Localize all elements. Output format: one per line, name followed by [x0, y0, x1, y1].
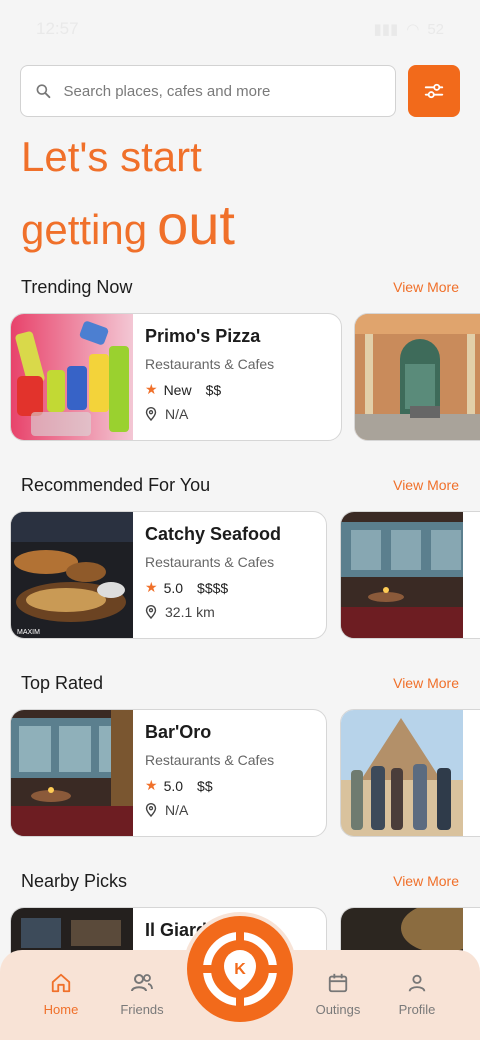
place-card[interactable]: Bar'Oro Restaurants & Cafes ★ 5.0 $$ N/A [10, 709, 327, 837]
nav-outings[interactable]: Outings [298, 972, 378, 1017]
nav-profile-label: Profile [398, 1002, 436, 1017]
search-icon [36, 84, 51, 99]
hero-heading: Let's start getting out [21, 132, 235, 257]
place-category: Restaurants & Cafes [145, 356, 275, 372]
home-icon [51, 973, 71, 993]
section-top-rated: Top Rated View More Bar'Oro Restaurants … [0, 670, 480, 837]
place-card-partial[interactable] [340, 709, 480, 837]
section-recommended: Recommended For You View More MAXIM Catc… [0, 472, 480, 639]
place-image [341, 512, 463, 638]
section-trending: Trending Now View More Primo's Pizza Res… [0, 274, 480, 441]
nav-home-label: Home [43, 1002, 79, 1017]
nav-home[interactable]: Home [21, 972, 101, 1017]
place-image: MAXIM [11, 512, 133, 638]
section-nearby: Nearby Picks View More Il Giardi [0, 868, 480, 1035]
view-more-link[interactable]: View More [393, 279, 459, 295]
star-icon: ★ [145, 381, 158, 397]
status-icons: ▮▮▮ ◠ 52 [373, 20, 444, 39]
friends-icon [131, 974, 153, 992]
section-title: Nearby Picks [21, 870, 128, 891]
battery-icon: 52 [427, 20, 444, 38]
place-card[interactable]: MAXIM Catchy Seafood Restaurants & Cafes… [10, 511, 327, 639]
place-price: $$ [205, 381, 222, 398]
place-category: Restaurants & Cafes [145, 554, 275, 570]
place-price: $$ [197, 777, 213, 794]
signal-icon: ▮▮▮ [373, 21, 399, 38]
section-title: Top Rated [21, 672, 104, 693]
place-rating: 5.0 [163, 777, 184, 794]
search-row [20, 65, 460, 117]
center-action-button[interactable]: K [187, 916, 293, 1022]
hero-getting: getting [21, 206, 148, 253]
star-icon: ★ [145, 579, 158, 595]
place-card[interactable]: Primo's Pizza Restaurants & Cafes ★ New $… [10, 313, 342, 441]
nav-friends-label: Friends [120, 1002, 164, 1017]
profile-icon [408, 974, 426, 992]
svg-text:MAXIM: MAXIM [17, 629, 40, 636]
nav-friends[interactable]: Friends [102, 972, 182, 1017]
place-location: N/A [165, 802, 189, 818]
view-more-link[interactable]: View More [393, 873, 459, 889]
filter-sliders-icon [424, 83, 444, 99]
view-more-link[interactable]: View More [393, 477, 459, 493]
section-title: Trending Now [21, 276, 133, 297]
nav-outings-label: Outings [315, 1002, 361, 1017]
place-name: Primo's Pizza [145, 326, 261, 346]
star-icon: ★ [145, 777, 158, 793]
calendar-icon [328, 973, 348, 993]
nav-profile[interactable]: Profile [377, 972, 457, 1017]
section-title: Recommended For You [21, 474, 211, 495]
filter-button[interactable] [408, 65, 460, 117]
place-card-partial[interactable] [340, 511, 480, 639]
k-logo-icon: K [201, 930, 279, 1008]
place-location: 32.1 km [165, 604, 215, 620]
place-location: N/A [165, 406, 189, 422]
view-more-link[interactable]: View More [393, 675, 459, 691]
status-bar: 12:57 ▮▮▮ ◠ 52 [0, 0, 480, 58]
place-name: Catchy Seafood [145, 524, 282, 544]
place-rating: 5.0 [163, 579, 184, 596]
place-price: $$$$ [197, 579, 229, 596]
hero-line-2: getting out [21, 192, 235, 257]
wifi-icon: ◠ [406, 21, 420, 38]
place-category: Restaurants & Cafes [145, 752, 275, 768]
place-name: Bar'Oro [145, 722, 212, 742]
location-pin-icon [145, 407, 157, 421]
search-box[interactable] [20, 65, 396, 117]
location-pin-icon [145, 605, 157, 619]
place-card-partial[interactable] [354, 313, 480, 441]
place-image [355, 314, 480, 440]
place-image [11, 314, 133, 440]
place-image [11, 710, 133, 836]
place-image [341, 710, 463, 836]
search-input[interactable] [63, 82, 381, 100]
hero-line-1: Let's start [21, 133, 202, 180]
status-time: 12:57 [36, 19, 79, 38]
hero-out: out [157, 193, 235, 256]
center-logo-letter: K [234, 961, 246, 978]
place-rating: New [163, 381, 192, 398]
location-pin-icon [145, 803, 157, 817]
